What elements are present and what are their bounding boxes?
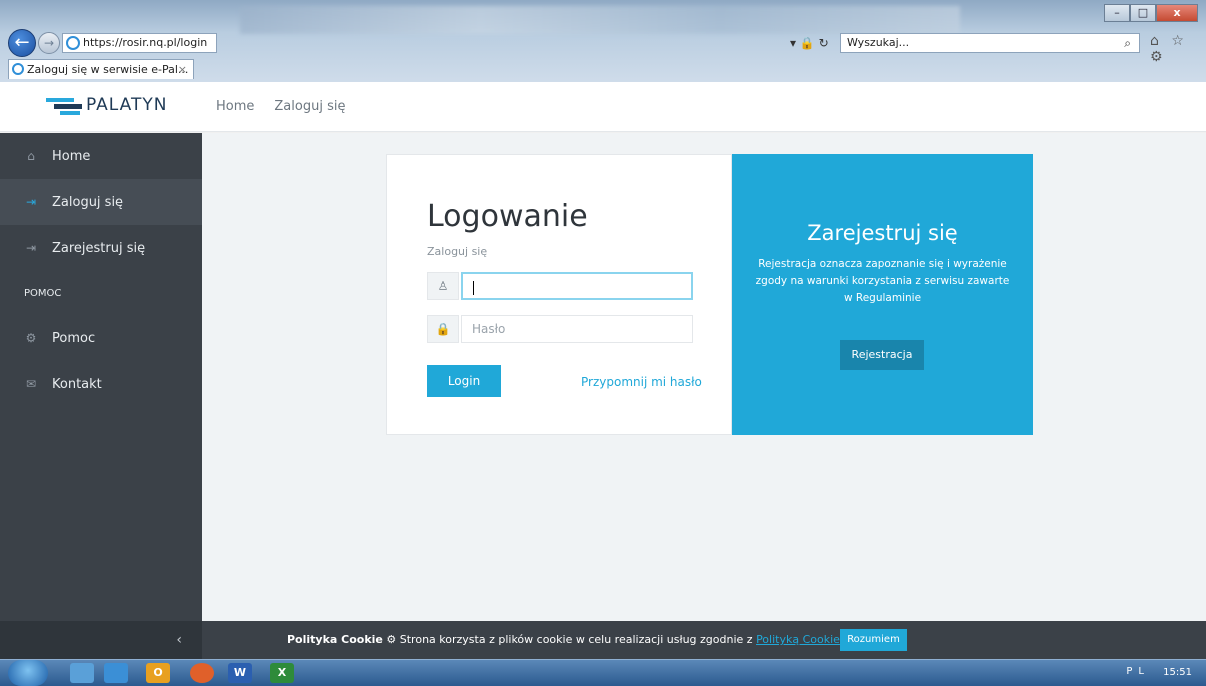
register-icon: ⇥ — [25, 241, 37, 255]
sidebar-item-register[interactable]: ⇥ Zarejestruj się — [0, 225, 202, 271]
sidebar-item-label: Kontakt — [52, 376, 102, 392]
forward-button[interactable]: → — [38, 32, 60, 54]
register-button[interactable]: Rejestracja — [840, 340, 924, 370]
maximize-button[interactable]: □ — [1130, 4, 1156, 22]
envelope-icon: ✉ — [25, 377, 37, 391]
site-header: PALATYN Home Zaloguj się — [0, 82, 1206, 132]
window-controls: – □ x — [1104, 4, 1198, 22]
address-controls[interactable]: ▾ 🔒 ↻ — [790, 33, 838, 53]
cookie-bar: ‹ Polityka Cookie ⚙ Strona korzysta z pl… — [0, 621, 1206, 659]
browser-chrome: – □ x ← → https://rosir.nq.pl/login ▾ 🔒 … — [0, 0, 1206, 82]
login-button[interactable]: Login — [427, 365, 501, 397]
register-title: Zarejestruj się — [807, 221, 958, 245]
forgot-password-link[interactable]: Przypomnij mi hasło — [581, 375, 702, 389]
chevron-left-icon: ‹ — [176, 632, 182, 648]
sidebar-item-help[interactable]: ⚙ Pomoc — [0, 315, 202, 361]
top-nav: Home Zaloguj się — [216, 99, 345, 114]
register-text: Rejestracja oznacza zapoznanie się i wyr… — [755, 258, 1010, 304]
text-cursor — [473, 280, 474, 295]
browser-search-input[interactable]: Wyszukaj... ⌕ — [840, 33, 1140, 53]
word-taskbar-icon[interactable]: W — [228, 663, 252, 683]
back-button[interactable]: ← — [8, 29, 36, 57]
palatyn-logo[interactable]: PALATYN — [46, 94, 176, 122]
cookie-label: Polityka Cookie — [287, 633, 383, 646]
logo-bar-top — [46, 98, 74, 102]
sidebar-heading-help: POMOC — [24, 287, 62, 299]
system-tray[interactable]: PL — [1126, 666, 1150, 677]
taskbar-clock[interactable]: 15:51 — [1163, 667, 1192, 678]
sidebar-item-label: Zaloguj się — [52, 194, 124, 210]
sidebar-item-label: Home — [52, 148, 91, 164]
logo-text: PALATYN — [86, 95, 168, 115]
sidebar-item-label: Pomoc — [52, 330, 96, 346]
sidebar-item-contact[interactable]: ✉ Kontakt — [0, 361, 202, 407]
login-subtitle: Zaloguj się — [427, 245, 488, 258]
top-nav-home[interactable]: Home — [216, 99, 254, 114]
sidebar-item-login[interactable]: ⇥ Zaloguj się — [0, 179, 202, 225]
password-input[interactable]: Hasło — [461, 315, 693, 343]
start-button[interactable] — [8, 660, 48, 686]
search-icon[interactable]: ⌕ — [1124, 34, 1131, 52]
home-icon: ⌂ — [27, 149, 35, 163]
login-icon: ⇥ — [25, 195, 37, 209]
cookie-notice: Polityka Cookie ⚙ Strona korzysta z plik… — [287, 633, 840, 646]
tab-ie-icon — [12, 63, 24, 75]
cookie-icon: ⚙ — [386, 633, 397, 646]
windows-taskbar: O W X PL 15:51 — [0, 659, 1206, 686]
excel-taskbar-icon[interactable]: X — [270, 663, 294, 683]
user-icon: ♙ — [427, 272, 459, 300]
username-field[interactable]: ♙ — [427, 272, 693, 300]
top-nav-login[interactable]: Zaloguj się — [274, 99, 345, 114]
sidebar-item-label: Zarejestruj się — [52, 240, 146, 256]
logo-bar-bottom — [60, 111, 80, 115]
search-placeholder: Wyszukaj... — [847, 36, 910, 49]
sidebar-collapse-button[interactable]: ‹ — [0, 621, 202, 659]
browser-tab[interactable]: Zaloguj się w serwisie e-Pal... × — [8, 59, 194, 79]
sidebar: ⌂ Home ⇥ Zaloguj się ⇥ Zarejestruj się P… — [0, 133, 202, 621]
firefox-taskbar-icon[interactable] — [190, 663, 214, 683]
lock-icon: 🔒 — [427, 315, 459, 343]
login-title: Logowanie — [427, 199, 588, 234]
password-field[interactable]: 🔒 Hasło — [427, 315, 693, 343]
cookie-policy-link[interactable]: Polityką Cookie — [756, 633, 840, 646]
help-icon: ⚙ — [25, 331, 37, 345]
minimize-button[interactable]: – — [1104, 4, 1130, 22]
outlook-taskbar-icon[interactable]: O — [146, 663, 170, 683]
address-text: https://rosir.nq.pl/login — [83, 36, 208, 49]
tab-close-icon[interactable]: × — [178, 60, 187, 79]
explorer-taskbar-icon[interactable] — [70, 663, 94, 683]
ie-icon — [66, 36, 80, 50]
window-title-area — [240, 6, 960, 34]
close-window-button[interactable]: x — [1156, 4, 1198, 22]
main-content: Logowanie Zaloguj się ♙ 🔒 Hasło Login Pr… — [202, 133, 1206, 621]
tab-title: Zaloguj się w serwisie e-Pal... — [27, 63, 189, 76]
logo-bar-middle — [54, 104, 82, 109]
cookie-text: Strona korzysta z plików cookie w celu r… — [399, 633, 753, 646]
login-card: Logowanie Zaloguj się ♙ 🔒 Hasło Login Pr… — [386, 154, 732, 435]
username-input[interactable] — [461, 272, 693, 300]
address-bar[interactable]: https://rosir.nq.pl/login — [62, 33, 217, 53]
browser-toolbar-icons[interactable]: ⌂ ☆ ⚙ — [1150, 33, 1206, 65]
ie-taskbar-icon[interactable] — [104, 663, 128, 683]
sidebar-item-home[interactable]: ⌂ Home — [0, 133, 202, 179]
register-card: Zarejestruj się Rejestracja oznacza zapo… — [732, 154, 1033, 435]
cookie-accept-button[interactable]: Rozumiem — [840, 629, 907, 651]
